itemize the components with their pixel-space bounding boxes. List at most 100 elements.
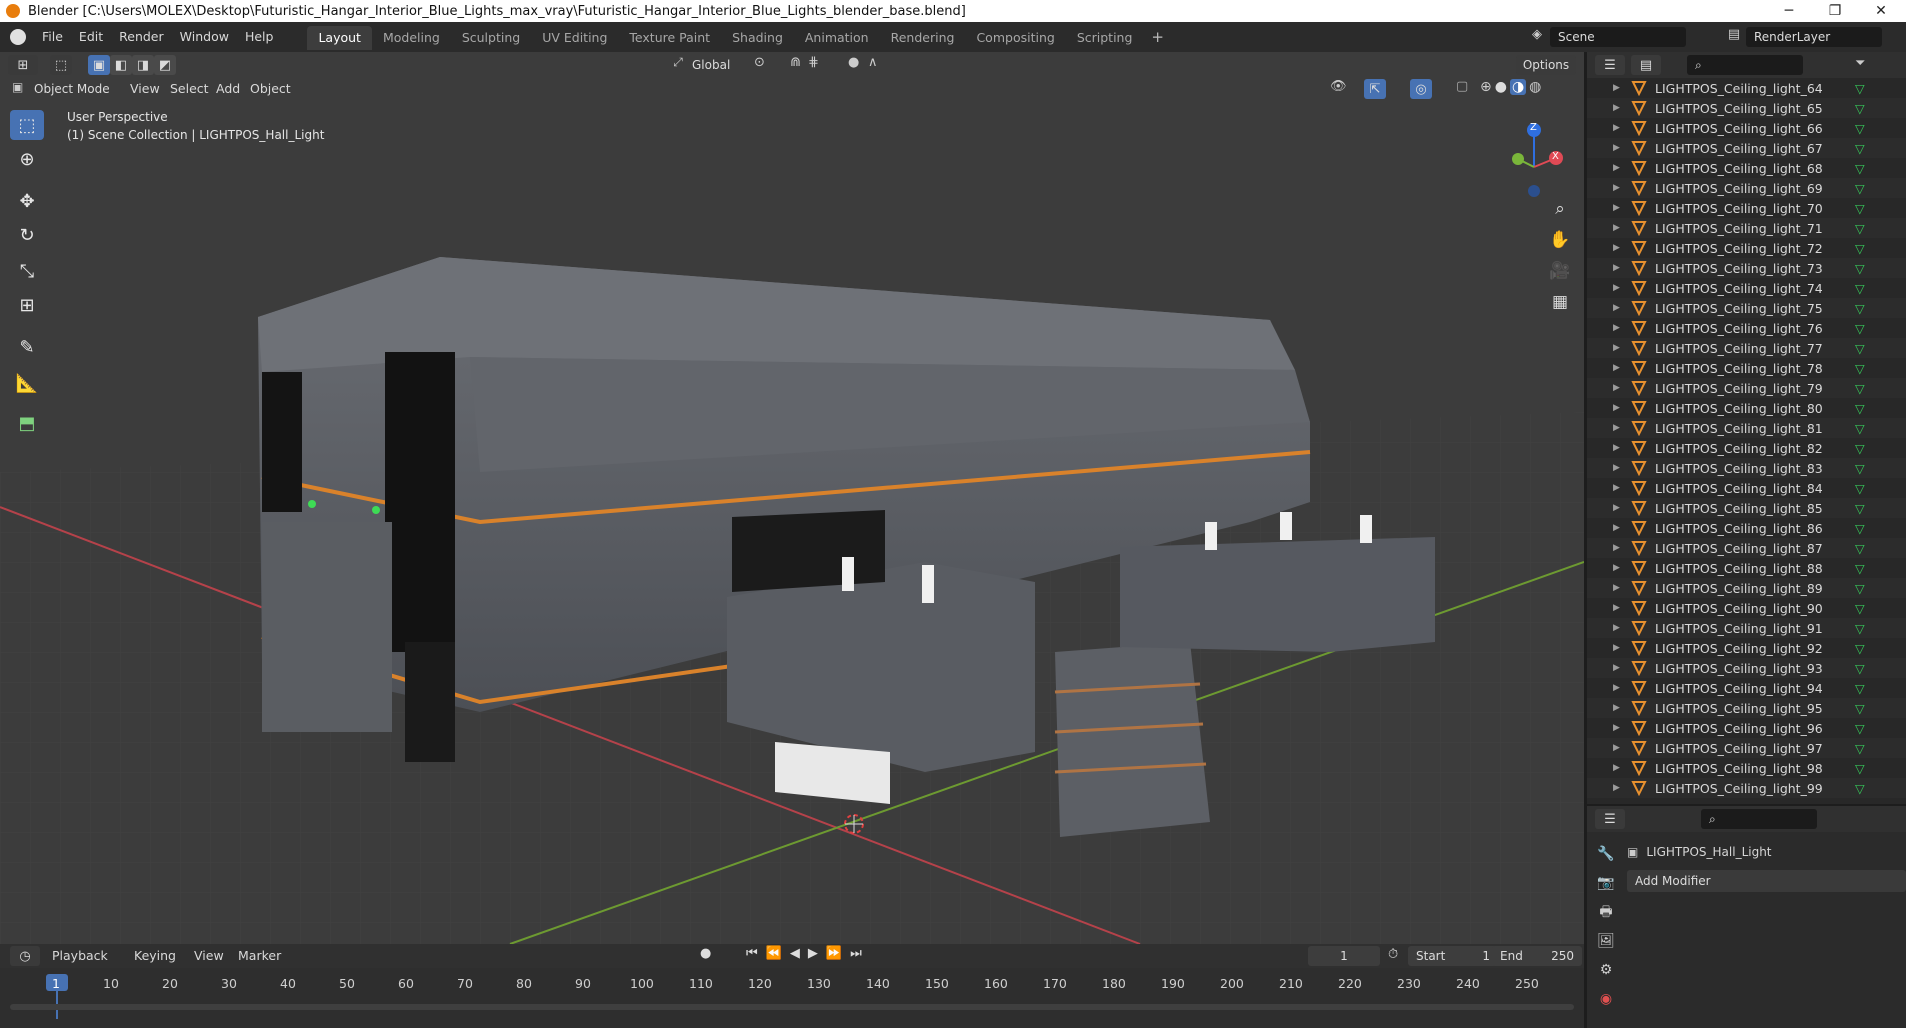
timeline[interactable]: ◷ Playback Keying View Marker ● ⏮ ⏪ ◀ ▶ … bbox=[0, 944, 1584, 1028]
expand-arrow-icon[interactable]: ▶ bbox=[1613, 103, 1623, 113]
stopwatch-icon[interactable]: ⏱ bbox=[1388, 947, 1398, 962]
snap-icon[interactable]: ⋒ bbox=[790, 55, 801, 70]
expand-arrow-icon[interactable]: ▶ bbox=[1613, 423, 1623, 433]
timeline-scrollbar[interactable] bbox=[10, 1004, 1574, 1010]
jump-end-icon[interactable]: ⏭ bbox=[850, 946, 862, 961]
outliner[interactable]: ☰ ▤ ⌕ ⏷ ▶ LIGHTPOS_Ceiling_light_64 ▽ ▶ LIG… bbox=[1587, 52, 1906, 804]
outliner-item[interactable]: ▶ LIGHTPOS_Ceiling_light_97 ▽ bbox=[1587, 738, 1906, 758]
transform-tool-icon[interactable]: ⊞ bbox=[10, 290, 44, 320]
outliner-item[interactable]: ▶ LIGHTPOS_Ceiling_light_88 ▽ bbox=[1587, 558, 1906, 578]
expand-arrow-icon[interactable]: ▶ bbox=[1613, 583, 1623, 593]
expand-arrow-icon[interactable]: ▶ bbox=[1613, 443, 1623, 453]
add-cube-tool-icon[interactable]: ⬒ bbox=[10, 408, 44, 438]
expand-arrow-icon[interactable]: ▶ bbox=[1613, 183, 1623, 193]
outliner-item[interactable]: ▶ LIGHTPOS_Ceiling_light_85 ▽ bbox=[1587, 498, 1906, 518]
world-tab-icon[interactable]: ◉ bbox=[1595, 985, 1617, 1014]
tab-shading[interactable]: Shading bbox=[721, 26, 794, 50]
3d-viewport[interactable]: Z X ⌕ ✋ 🎥 ▦ bbox=[0, 52, 1584, 944]
close-button[interactable]: ✕ bbox=[1858, 0, 1904, 22]
outliner-editor-type-icon[interactable]: ☰ bbox=[1595, 55, 1625, 75]
expand-arrow-icon[interactable]: ▶ bbox=[1613, 723, 1623, 733]
render-tab-icon[interactable]: 📷 bbox=[1595, 869, 1617, 898]
xray-icon[interactable]: ▢ bbox=[1456, 79, 1468, 94]
outliner-item[interactable]: ▶ LIGHTPOS_Ceiling_light_90 ▽ bbox=[1587, 598, 1906, 618]
pan-hand-icon[interactable]: ✋ bbox=[1547, 225, 1573, 256]
tab-sculpting[interactable]: Sculpting bbox=[451, 26, 531, 50]
timeline-editor-type-icon[interactable]: ◷ bbox=[10, 946, 40, 966]
scene-tab-icon[interactable]: ⚙ bbox=[1595, 956, 1617, 985]
menu-render[interactable]: Render bbox=[111, 22, 172, 52]
outliner-item[interactable]: ▶ LIGHTPOS_Ceiling_light_95 ▽ bbox=[1587, 698, 1906, 718]
outliner-item[interactable]: ▶ LIGHTPOS_Ceiling_light_70 ▽ bbox=[1587, 198, 1906, 218]
display-mode-icon[interactable]: ▤ bbox=[1631, 55, 1661, 75]
select-tool-icon[interactable]: ⬚ bbox=[50, 55, 72, 75]
viewport-menu-view[interactable]: View bbox=[122, 74, 168, 104]
expand-arrow-icon[interactable]: ▶ bbox=[1613, 263, 1623, 273]
scale-tool-icon[interactable]: ⤡ bbox=[10, 256, 44, 286]
orthographic-grid-icon[interactable]: ▦ bbox=[1547, 287, 1573, 318]
outliner-item[interactable]: ▶ LIGHTPOS_Ceiling_light_78 ▽ bbox=[1587, 358, 1906, 378]
end-frame-field[interactable]: End 250 bbox=[1492, 946, 1582, 966]
output-tab-icon[interactable]: 🖶 bbox=[1595, 898, 1617, 927]
material-shading-icon[interactable]: ◑ bbox=[1509, 79, 1527, 95]
current-frame-field[interactable]: 1 bbox=[1308, 946, 1380, 966]
record-icon[interactable]: ● bbox=[700, 946, 711, 961]
outliner-item[interactable]: ▶ LIGHTPOS_Ceiling_light_87 ▽ bbox=[1587, 538, 1906, 558]
outliner-item[interactable]: ▶ LIGHTPOS_Ceiling_light_69 ▽ bbox=[1587, 178, 1906, 198]
timeline-menu-view[interactable]: View bbox=[186, 941, 232, 971]
visibility-icon[interactable]: 👁 bbox=[1330, 79, 1347, 94]
overlay-toggle-icon[interactable]: ◎ bbox=[1410, 79, 1432, 99]
jump-keyframe-back-icon[interactable]: ⏪ bbox=[766, 946, 782, 961]
outliner-item[interactable]: ▶ LIGHTPOS_Ceiling_light_99 ▽ bbox=[1587, 778, 1906, 798]
transform-orientation-dropdown[interactable]: Global bbox=[688, 55, 748, 75]
outliner-search-input[interactable]: ⌕ bbox=[1687, 55, 1803, 75]
expand-arrow-icon[interactable]: ▶ bbox=[1613, 403, 1623, 413]
blender-menu-icon[interactable] bbox=[10, 29, 26, 45]
snap-target-icon[interactable]: ⋕ bbox=[808, 55, 819, 70]
properties-editor[interactable]: ☰ ⌕ 🔧 📷 🖶 🖼 ⚙ ◉ ▣ LIGHTPOS_Hall_Light Ad… bbox=[1587, 806, 1906, 1028]
pivot-point-icon[interactable]: ⊙ bbox=[754, 55, 765, 70]
outliner-item[interactable]: ▶ LIGHTPOS_Ceiling_light_93 ▽ bbox=[1587, 658, 1906, 678]
outliner-item[interactable]: ▶ LIGHTPOS_Ceiling_light_76 ▽ bbox=[1587, 318, 1906, 338]
expand-arrow-icon[interactable]: ▶ bbox=[1613, 663, 1623, 673]
tool-tab-icon[interactable]: 🔧 bbox=[1595, 840, 1617, 869]
expand-arrow-icon[interactable]: ▶ bbox=[1613, 563, 1623, 573]
rotate-tool-icon[interactable]: ↻ bbox=[10, 220, 44, 250]
timeline-ruler[interactable]: 1 10 20 30 40 50 60 70 80 90 100 110 120… bbox=[0, 968, 1584, 1028]
outliner-item[interactable]: ▶ LIGHTPOS_Ceiling_light_91 ▽ bbox=[1587, 618, 1906, 638]
scene-selector[interactable]: Scene bbox=[1550, 27, 1686, 47]
expand-arrow-icon[interactable]: ▶ bbox=[1613, 523, 1623, 533]
editor-type-icon[interactable]: ⊞ bbox=[8, 55, 38, 75]
annotate-tool-icon[interactable]: ✎ bbox=[10, 332, 44, 362]
measure-tool-icon[interactable]: 📐 bbox=[10, 368, 44, 398]
camera-view-icon[interactable]: 🎥 bbox=[1547, 256, 1573, 287]
outliner-item[interactable]: ▶ LIGHTPOS_Ceiling_light_92 ▽ bbox=[1587, 638, 1906, 658]
expand-arrow-icon[interactable]: ▶ bbox=[1613, 243, 1623, 253]
play-reverse-icon[interactable]: ◀ bbox=[790, 946, 800, 961]
expand-arrow-icon[interactable]: ▶ bbox=[1613, 763, 1623, 773]
timeline-menu-playback[interactable]: Playback bbox=[44, 941, 116, 971]
jump-start-icon[interactable]: ⏮ bbox=[746, 946, 758, 961]
expand-arrow-icon[interactable]: ▶ bbox=[1613, 643, 1623, 653]
outliner-item[interactable]: ▶ LIGHTPOS_Ceiling_light_65 ▽ bbox=[1587, 98, 1906, 118]
outliner-item[interactable]: ▶ LIGHTPOS_Ceiling_light_64 ▽ bbox=[1587, 78, 1906, 98]
select-new-icon[interactable]: ▣ bbox=[88, 55, 110, 75]
outliner-item[interactable]: ▶ LIGHTPOS_Ceiling_light_67 ▽ bbox=[1587, 138, 1906, 158]
viewport-scene[interactable] bbox=[0, 52, 1584, 944]
expand-arrow-icon[interactable]: ▶ bbox=[1613, 163, 1623, 173]
properties-editor-type-icon[interactable]: ☰ bbox=[1595, 809, 1625, 829]
outliner-item[interactable]: ▶ LIGHTPOS_Ceiling_light_94 ▽ bbox=[1587, 678, 1906, 698]
gizmo-y-ball[interactable] bbox=[1512, 153, 1524, 165]
minimize-button[interactable]: ─ bbox=[1766, 0, 1812, 22]
menu-edit[interactable]: Edit bbox=[71, 22, 111, 52]
select-subtract-icon[interactable]: ◨ bbox=[132, 55, 154, 75]
jump-keyframe-forward-icon[interactable]: ⏩ bbox=[826, 946, 842, 961]
tab-compositing[interactable]: Compositing bbox=[965, 26, 1065, 50]
tab-modeling[interactable]: Modeling bbox=[372, 26, 451, 50]
proportional-falloff-icon[interactable]: ∧ bbox=[868, 55, 878, 70]
expand-arrow-icon[interactable]: ▶ bbox=[1613, 743, 1623, 753]
object-mode-dropdown[interactable]: Object Mode bbox=[30, 79, 120, 99]
timeline-menu-keying[interactable]: Keying bbox=[126, 941, 184, 971]
add-modifier-dropdown[interactable]: Add Modifier bbox=[1627, 870, 1906, 892]
gizmo-neg-z-ball[interactable] bbox=[1528, 185, 1540, 197]
